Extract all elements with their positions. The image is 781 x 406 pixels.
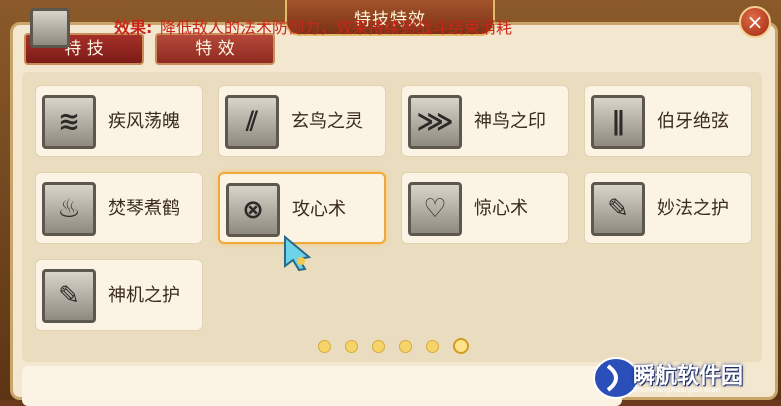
skill-label: 疾风荡魄 bbox=[108, 111, 180, 132]
bird-seal-icon: ⋙ bbox=[408, 95, 462, 149]
skill-card-jifengdangpo[interactable]: ≋ 疾风荡魄 bbox=[35, 85, 203, 157]
skill-card-boyajuexian[interactable]: ∥ 伯牙绝弦 bbox=[584, 85, 752, 157]
heart-attack-icon: ⊗ bbox=[226, 183, 280, 237]
skill-label: 玄鸟之灵 bbox=[291, 111, 363, 132]
burning-zither-icon: ♨ bbox=[42, 182, 96, 236]
effect-icon bbox=[30, 8, 70, 48]
skill-label: 神鸟之印 bbox=[474, 111, 546, 132]
effect-label: 效果: bbox=[114, 18, 153, 37]
skill-card-shenniaozhiyin[interactable]: ⋙ 神鸟之印 bbox=[401, 85, 569, 157]
tab-label: 特 技 bbox=[64, 39, 104, 59]
skill-card-fenqinzhuhe[interactable]: ♨ 焚琴煮鹤 bbox=[35, 172, 203, 244]
feather-shield-icon: ✎ bbox=[591, 182, 645, 236]
page-dot[interactable] bbox=[372, 339, 385, 353]
page-dot-current[interactable] bbox=[453, 338, 469, 354]
skill-card-xuanniaozhiling[interactable]: ⫽ 玄鸟之灵 bbox=[218, 85, 386, 157]
skill-card-miaofazhihu[interactable]: ✎ 妙法之护 bbox=[584, 172, 752, 244]
page-dot[interactable] bbox=[318, 339, 331, 353]
skill-label: 妙法之护 bbox=[657, 198, 729, 219]
bird-spirit-icon: ⫽ bbox=[225, 95, 279, 149]
wind-rune-icon: ≋ bbox=[42, 95, 96, 149]
skill-label: 神机之护 bbox=[108, 285, 180, 306]
close-icon: × bbox=[746, 10, 764, 34]
page-dot[interactable] bbox=[426, 339, 439, 353]
heart-shock-icon: ♡ bbox=[408, 182, 462, 236]
page-dot[interactable] bbox=[345, 339, 358, 353]
skill-label: 惊心术 bbox=[474, 198, 528, 219]
skill-card-jingxinshu[interactable]: ♡ 惊心术 bbox=[401, 172, 569, 244]
skill-card-shenjizhihu[interactable]: ✎ 神机之护 bbox=[35, 259, 203, 331]
tab-label: 特 效 bbox=[195, 39, 235, 59]
skill-label: 伯牙绝弦 bbox=[657, 111, 729, 132]
pointer-cursor-icon bbox=[284, 235, 312, 271]
skill-label: 焚琴煮鹤 bbox=[108, 198, 180, 219]
harp-string-icon: ∥ bbox=[591, 95, 645, 149]
skill-card-gongxinshu[interactable]: ⊗ 攻心术 bbox=[218, 172, 386, 244]
page-indicator bbox=[318, 338, 469, 354]
effect-text: 降低敌人的法术防御力，效果持续到战斗结束消耗 bbox=[160, 18, 513, 37]
feather-guard-icon: ✎ bbox=[42, 269, 96, 323]
effect-description-box bbox=[22, 366, 622, 406]
page-dot[interactable] bbox=[399, 339, 412, 353]
watermark-subtext: ShunHangRuanJianYuan bbox=[633, 386, 721, 394]
close-button[interactable]: × bbox=[739, 6, 771, 38]
